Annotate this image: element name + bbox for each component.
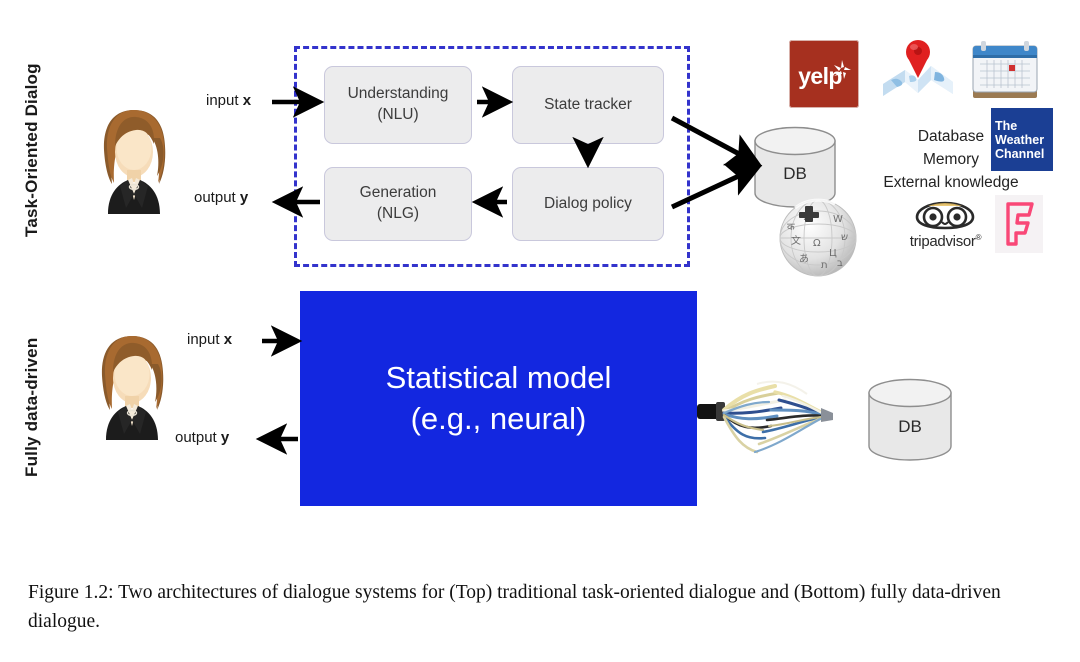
io-label-input-top: input x: [206, 92, 251, 109]
io-output-var-bottom: y: [220, 429, 230, 446]
tripadvisor-registered-mark: ®: [975, 233, 982, 242]
yelp-burst-icon: [834, 60, 851, 79]
svg-text:Ц: Ц: [829, 248, 837, 259]
database-cylinder-top-label: DB: [783, 164, 807, 183]
calendar-logo[interactable]: [968, 38, 1042, 106]
tripadvisor-logo[interactable]: tripadvisor®: [898, 200, 993, 258]
wikipedia-globe-logo[interactable]: WЯ ש文 ΩЦ あת בक: [775, 194, 861, 278]
weather-line-1: The: [995, 118, 1018, 133]
statistical-model-line-2: (e.g., neural): [410, 400, 587, 436]
nlu-line-2: (NLU): [377, 106, 419, 123]
google-maps-logo[interactable]: [879, 36, 957, 106]
io-label-input-bottom: input x: [187, 331, 232, 348]
svg-text:あ: あ: [799, 253, 809, 265]
io-label-output-bottom: output y: [175, 429, 229, 446]
svg-text:क: क: [787, 222, 795, 233]
database-cylinder-bottom: DB: [866, 378, 954, 462]
user-avatar-top: [86, 104, 182, 216]
statistical-model-line-1: Statistical model: [385, 360, 612, 396]
tripadvisor-logo-text: tripadvisor®: [898, 233, 993, 250]
row-label-fully-data-driven: Fully data-driven: [22, 337, 41, 478]
knowledge-line-external: External knowledge: [883, 173, 1019, 191]
nlu-line-1: Understanding: [347, 85, 449, 103]
svg-text:文: 文: [791, 234, 801, 247]
io-input-var-bottom: x: [223, 331, 233, 348]
yelp-logo[interactable]: yelp: [789, 40, 859, 108]
state-tracker-label: State tracker: [544, 95, 632, 113]
database-cylinder-bottom-label: DB: [898, 417, 922, 436]
svg-text:W: W: [833, 214, 843, 225]
figure-container: Task-Oriented Dialog Fully data-driven i…: [0, 0, 1080, 662]
nlg-line-2: (NLG): [376, 205, 420, 222]
dialog-policy-label: Dialog policy: [544, 194, 632, 212]
svg-text:ב: ב: [837, 258, 843, 269]
tripadvisor-wordmark: tripadvisor: [909, 233, 976, 250]
io-output-text-bottom: output: [175, 429, 221, 446]
pipeline-box-state-tracker[interactable]: State tracker: [512, 66, 664, 144]
pipeline-box-dialog-policy[interactable]: Dialog policy: [512, 167, 664, 241]
row-label-task-oriented-dialog: Task-Oriented Dialog: [22, 63, 41, 237]
io-output-var: y: [239, 189, 249, 206]
cable-bundle-icon: [697, 360, 872, 470]
pipeline-box-nlu[interactable]: Understanding (NLU): [324, 66, 472, 144]
svg-text:ת: ת: [821, 260, 828, 271]
weather-line-3: Channel: [995, 146, 1045, 161]
weather-channel-logo[interactable]: The Weather Channel: [991, 108, 1053, 171]
tripadvisor-owl-icon: [915, 201, 975, 230]
figure-caption: Figure 1.2: Two architectures of dialogu…: [28, 582, 1001, 633]
svg-text:Ω: Ω: [813, 238, 821, 249]
io-output-text: output: [194, 189, 240, 206]
foursquare-logo[interactable]: [995, 195, 1043, 253]
user-avatar-bottom: [84, 330, 180, 442]
io-label-output-top: output y: [194, 189, 248, 206]
foursquare-f-icon: [1006, 202, 1034, 246]
pipeline-box-nlg[interactable]: Generation (NLG): [324, 167, 472, 241]
svg-text:ש: ש: [841, 232, 848, 243]
statistical-model-box[interactable]: Statistical model (e.g., neural): [300, 291, 697, 506]
nlg-line-1: Generation: [359, 184, 437, 202]
io-input-text-bottom: input: [187, 331, 224, 348]
io-input-text: input: [206, 92, 243, 109]
io-input-var: x: [242, 92, 252, 109]
weather-line-2: Weather: [995, 132, 1045, 147]
